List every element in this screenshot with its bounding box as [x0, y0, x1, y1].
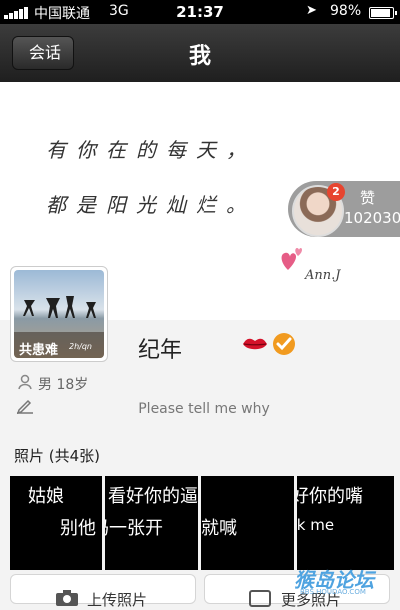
photo-thumbnail[interactable]: 姑娘 别他 [10, 476, 102, 570]
person-icon [18, 374, 32, 390]
photo-thumbnail[interactable]: 看好你的逼 妈一张开 [105, 476, 198, 570]
cover-signature: Ann.J [305, 268, 341, 283]
like-badge[interactable]: 2 赞 102030 [288, 181, 400, 237]
heart-icon [281, 248, 302, 270]
photo-text: 姑娘 [28, 486, 64, 507]
photo-icon [249, 590, 271, 607]
avatar-caption: 共患难 [19, 343, 59, 358]
photo-strip: 姑娘 别他 看好你的逼 妈一张开 就喊 管好你的嘴 FuCk me [10, 476, 394, 570]
camera-icon [56, 590, 78, 606]
photo-text: FuCk me [297, 516, 335, 534]
photo-text: 看好你的逼 [108, 486, 198, 507]
avatar-caption-small: 2h/qn [69, 342, 93, 351]
cover-text-line-1: 有你在的每天， [46, 138, 256, 162]
profile-signature[interactable]: Please tell me why [0, 401, 400, 417]
photos-section-title: 照片 (共4张) [14, 447, 101, 465]
photo-thumbnail[interactable]: 就喊 [201, 476, 294, 570]
photo-thumbnail[interactable]: 管好你的嘴 FuCk me [297, 476, 394, 570]
page-title: 我 [188, 44, 211, 69]
status-bar: 中国联通 3G 21:37 ➤ 98% [0, 0, 400, 24]
photo-text: 管好你的嘴 [297, 486, 363, 507]
verified-check-icon [273, 333, 295, 355]
photo-text: 妈一张开 [105, 518, 163, 539]
nav-bar: 会话 我 [0, 24, 400, 82]
like-label: 赞 [360, 189, 376, 207]
battery-icon [369, 7, 397, 19]
cover-text-line-2: 都是阳光灿烂。 [46, 193, 256, 217]
photo-text: 别他 [60, 518, 96, 539]
location-arrow-icon: ➤ [306, 3, 317, 18]
lips-icon [243, 338, 267, 350]
new-like-count-badge: 2 [327, 183, 345, 201]
profile-name: 纪年 [138, 338, 183, 363]
watermark-url: BBS.HOUDAO.COM [300, 588, 366, 596]
like-count: 102030 [344, 209, 400, 227]
battery-percent: 98% [330, 3, 362, 19]
gender-age: 男 18岁 [38, 377, 89, 393]
profile-avatar[interactable]: 共患难 2h/qn [10, 266, 108, 362]
photo-text: 就喊 [201, 518, 237, 539]
